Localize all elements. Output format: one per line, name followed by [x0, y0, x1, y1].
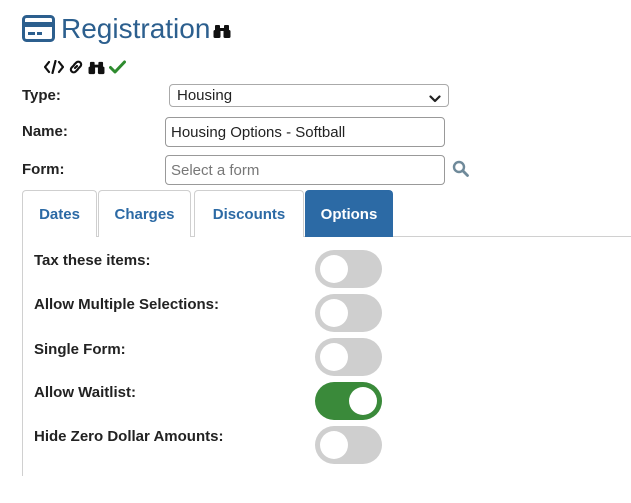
- option-label-multiple: Allow Multiple Selections:: [34, 296, 220, 313]
- tab-label: Dates: [39, 205, 80, 223]
- toggle-multiple-selections[interactable]: [315, 294, 382, 332]
- type-select-value: Housing: [177, 87, 233, 104]
- tab-label: Discounts: [212, 205, 286, 223]
- toggle-tax-items[interactable]: [315, 250, 382, 288]
- type-select[interactable]: Housing: [169, 84, 449, 107]
- tab-dates[interactable]: Dates: [22, 190, 97, 237]
- toolbar: [44, 58, 126, 76]
- toggle-hide-zero-amounts[interactable]: [315, 426, 382, 464]
- binoculars-icon[interactable]: [88, 60, 105, 75]
- checkmark-icon[interactable]: [109, 60, 126, 74]
- toggle-knob: [320, 343, 348, 371]
- binoculars-icon[interactable]: [213, 23, 231, 39]
- toggle-allow-waitlist[interactable]: [315, 382, 382, 420]
- option-label-hide-zero: Hide Zero Dollar Amounts:: [34, 428, 224, 445]
- toggle-knob: [320, 431, 348, 459]
- form-label: Form:: [22, 161, 65, 178]
- tab-charges[interactable]: Charges: [98, 190, 191, 237]
- search-icon[interactable]: [452, 160, 470, 178]
- page-title: Registration: [61, 13, 211, 44]
- tab-label: Charges: [114, 205, 175, 223]
- type-label: Type:: [22, 87, 61, 104]
- chevron-down-icon: [429, 91, 441, 103]
- form-select-input[interactable]: [165, 155, 445, 185]
- name-input[interactable]: [165, 117, 445, 147]
- code-icon[interactable]: [44, 60, 64, 74]
- tab-discounts[interactable]: Discounts: [194, 190, 304, 237]
- credit-card-icon: [22, 15, 55, 42]
- toggle-knob: [320, 299, 348, 327]
- option-label-waitlist: Allow Waitlist:: [34, 384, 136, 401]
- toggle-single-form[interactable]: [315, 338, 382, 376]
- option-label-tax: Tax these items:: [34, 252, 151, 269]
- link-icon[interactable]: [68, 59, 84, 75]
- panel-border: [22, 236, 23, 476]
- tab-label: Options: [320, 205, 378, 223]
- name-label: Name:: [22, 123, 68, 140]
- toggle-knob: [320, 255, 348, 283]
- toggle-knob: [349, 387, 377, 415]
- tab-options[interactable]: Options: [305, 190, 393, 237]
- option-label-single-form: Single Form:: [34, 341, 126, 358]
